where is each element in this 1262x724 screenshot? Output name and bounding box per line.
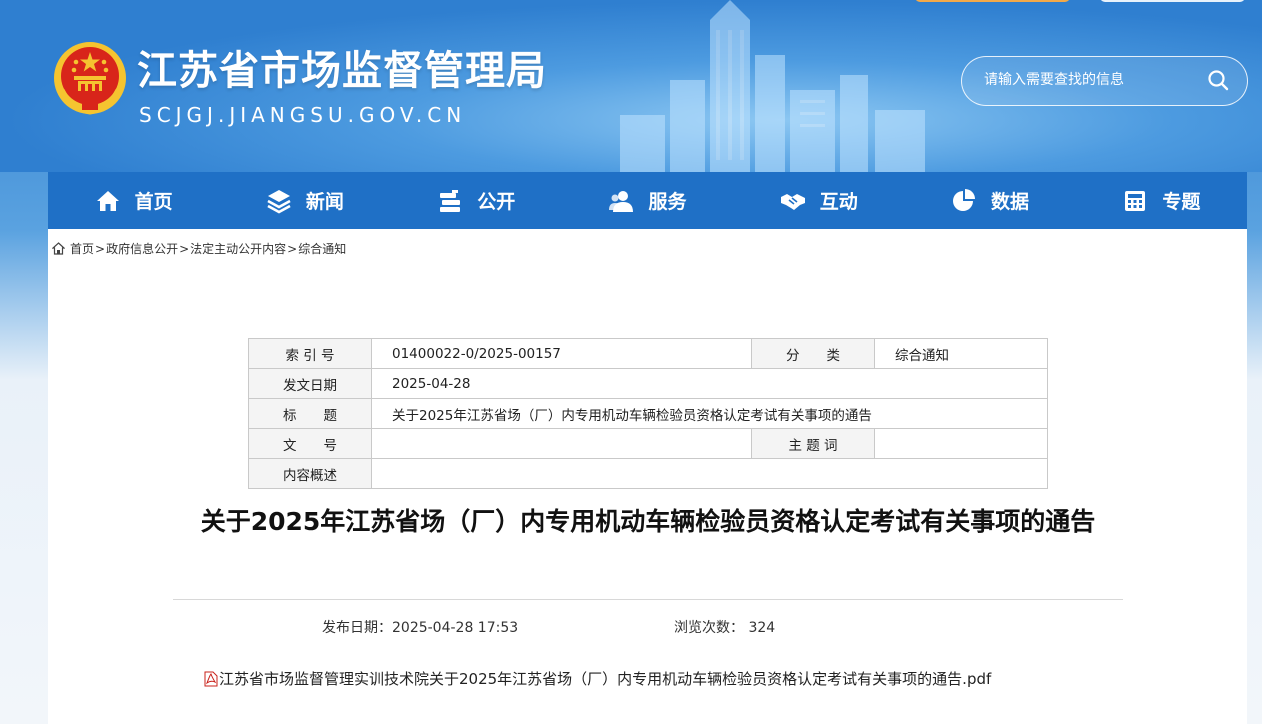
nav-item-home[interactable]: 首页 bbox=[48, 172, 219, 229]
users-icon bbox=[609, 190, 634, 212]
doc-number-value bbox=[371, 428, 752, 459]
nav-item-label: 数据 bbox=[991, 191, 1030, 213]
nav-item-data[interactable]: 数据 bbox=[904, 172, 1075, 229]
doc-number-label: 文 号 bbox=[248, 428, 372, 459]
search-box bbox=[961, 56, 1248, 106]
nav-item-topics[interactable]: 专题 bbox=[1076, 172, 1247, 229]
table-row: 索 引 号 01400022-0/2025-00157 分 类 综合通知 bbox=[248, 338, 1048, 369]
breadcrumb-separator: > bbox=[179, 241, 190, 256]
title-value: 关于2025年江苏省场（厂）内专用机动车辆检验员资格认定考试有关事项的通告 bbox=[371, 398, 1048, 429]
table-row: 发文日期 2025-04-28 bbox=[248, 368, 1048, 399]
publish-date-value: 2025-04-28 17:53 bbox=[392, 620, 519, 636]
index-value: 01400022-0/2025-00157 bbox=[371, 338, 752, 369]
summary-value bbox=[371, 458, 1048, 489]
nav-item-label: 新闻 bbox=[305, 191, 344, 213]
publish-date-label: 发布日期： bbox=[322, 620, 392, 636]
search-input[interactable] bbox=[984, 57, 1194, 103]
nav-item-label: 服务 bbox=[648, 191, 687, 213]
breadcrumb-link-general-notice[interactable]: 综合通知 bbox=[298, 240, 346, 257]
article-title: 关于2025年江苏省场（厂）内专用机动车辆检验员资格认定考试有关事项的通告 bbox=[200, 507, 1096, 536]
publish-date: 发布日期：2025-04-28 17:53 bbox=[322, 617, 518, 637]
nav-item-label: 互动 bbox=[819, 191, 858, 213]
site-title: 江苏省市场监督管理局 bbox=[137, 48, 547, 94]
pie-chart-icon bbox=[953, 188, 976, 211]
top-banner-button[interactable] bbox=[1100, 0, 1245, 2]
handshake-icon bbox=[780, 193, 805, 210]
document-meta-table: 索 引 号 01400022-0/2025-00157 分 类 综合通知 发文日… bbox=[248, 338, 1048, 489]
view-count-value: 324 bbox=[748, 620, 776, 636]
nav-item-service[interactable]: 服务 bbox=[562, 172, 733, 229]
search-icon[interactable] bbox=[1207, 69, 1229, 91]
city-skyline-graphic bbox=[620, 0, 925, 172]
attachment-link[interactable]: 江苏省市场监督管理实训技术院关于2025年江苏省场（厂）内专用机动车辆检验员资格… bbox=[204, 668, 991, 689]
nav-item-label: 专题 bbox=[1162, 191, 1201, 213]
pdf-icon bbox=[204, 671, 218, 686]
stack-icon bbox=[440, 189, 461, 212]
nav-item-news[interactable]: 新闻 bbox=[219, 172, 390, 229]
nav-item-interact[interactable]: 互动 bbox=[733, 172, 904, 229]
content-panel: 首页 > 政府信息公开 > 法定主动公开内容 > 综合通知 索 引 号 0140… bbox=[48, 229, 1247, 724]
category-label: 分 类 bbox=[751, 338, 875, 369]
calculator-icon bbox=[1125, 190, 1146, 211]
date-value: 2025-04-28 bbox=[371, 368, 1048, 399]
breadcrumb-separator: > bbox=[95, 241, 106, 256]
nav-item-public[interactable]: 公开 bbox=[391, 172, 562, 229]
home-icon bbox=[96, 190, 119, 211]
nav-item-label: 首页 bbox=[134, 191, 173, 213]
title-label: 标 题 bbox=[248, 398, 372, 429]
category-value: 综合通知 bbox=[874, 338, 1048, 369]
home-icon bbox=[52, 242, 65, 255]
breadcrumb-separator: > bbox=[287, 241, 298, 256]
national-emblem-logo bbox=[54, 42, 126, 115]
site-domain: SCJGJ.JIANGSU.GOV.CN bbox=[139, 103, 467, 127]
nav-item-label: 公开 bbox=[477, 191, 516, 213]
table-row: 标 题 关于2025年江苏省场（厂）内专用机动车辆检验员资格认定考试有关事项的通… bbox=[248, 398, 1048, 429]
top-banner-button[interactable] bbox=[915, 0, 1070, 2]
breadcrumb-link-home[interactable]: 首页 bbox=[70, 240, 94, 257]
date-label: 发文日期 bbox=[248, 368, 372, 399]
layers-icon bbox=[267, 189, 291, 213]
title-divider bbox=[173, 599, 1123, 600]
index-label: 索 引 号 bbox=[248, 338, 372, 369]
breadcrumb: 首页 > 政府信息公开 > 法定主动公开内容 > 综合通知 bbox=[52, 240, 346, 257]
attachment-filename: 江苏省市场监督管理实训技术院关于2025年江苏省场（厂）内专用机动车辆检验员资格… bbox=[219, 670, 992, 688]
view-count: 浏览次数： 324 bbox=[674, 617, 775, 637]
keywords-label: 主 题 词 bbox=[751, 428, 875, 459]
summary-label: 内容概述 bbox=[248, 458, 372, 489]
table-row: 文 号 主 题 词 bbox=[248, 428, 1048, 459]
table-row: 内容概述 bbox=[248, 458, 1048, 489]
main-nav: 首页 新闻 公开 服务 互动 数据 专题 bbox=[48, 172, 1247, 229]
site-header: 江苏省市场监督管理局 SCJGJ.JIANGSU.GOV.CN bbox=[0, 0, 1262, 172]
keywords-value bbox=[874, 428, 1048, 459]
breadcrumb-link-legal-content[interactable]: 法定主动公开内容 bbox=[190, 240, 286, 257]
breadcrumb-link-gov-info[interactable]: 政府信息公开 bbox=[106, 240, 178, 257]
view-count-label: 浏览次数： bbox=[674, 620, 744, 636]
